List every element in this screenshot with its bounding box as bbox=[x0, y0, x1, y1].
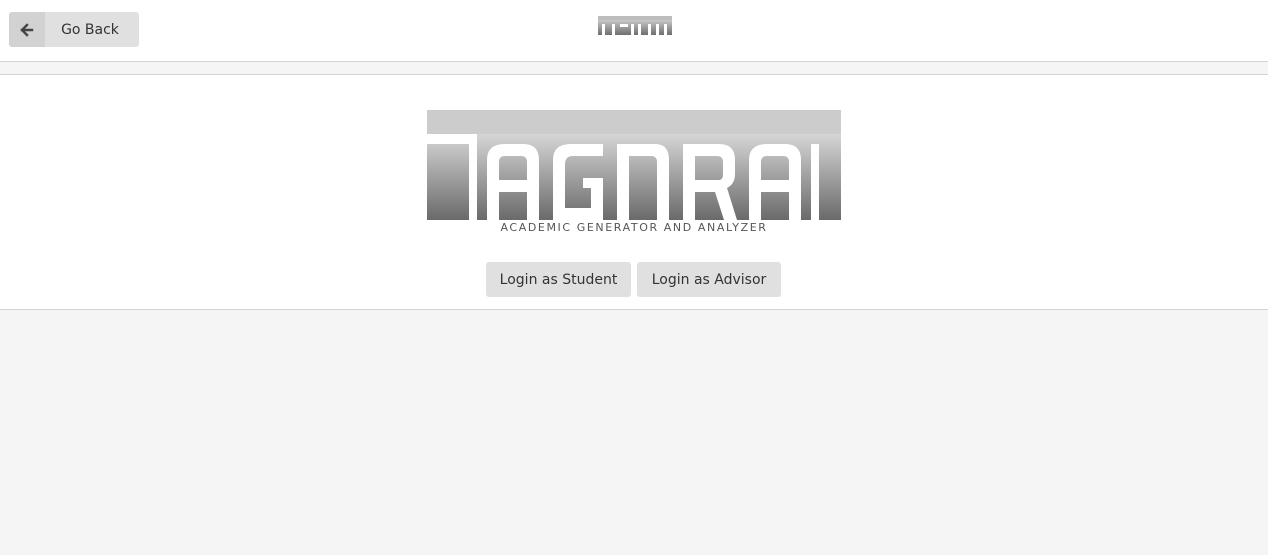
top-bar: Go Back bbox=[0, 0, 1268, 62]
login-as-advisor-button[interactable]: Login as Advisor bbox=[637, 262, 781, 297]
go-back-button[interactable]: Go Back bbox=[9, 12, 139, 47]
header-logo bbox=[598, 16, 672, 38]
separator-band bbox=[0, 62, 1268, 74]
go-back-label: Go Back bbox=[61, 21, 119, 38]
arrow-left-icon bbox=[9, 12, 45, 47]
tagline: ACADEMIC GENERATOR AND ANALYZER bbox=[500, 221, 768, 234]
tagnra-logo bbox=[427, 110, 841, 237]
login-as-student-button[interactable]: Login as Student bbox=[486, 262, 631, 297]
login-card: ACADEMIC GENERATOR AND ANALYZER Login as… bbox=[0, 74, 1268, 310]
